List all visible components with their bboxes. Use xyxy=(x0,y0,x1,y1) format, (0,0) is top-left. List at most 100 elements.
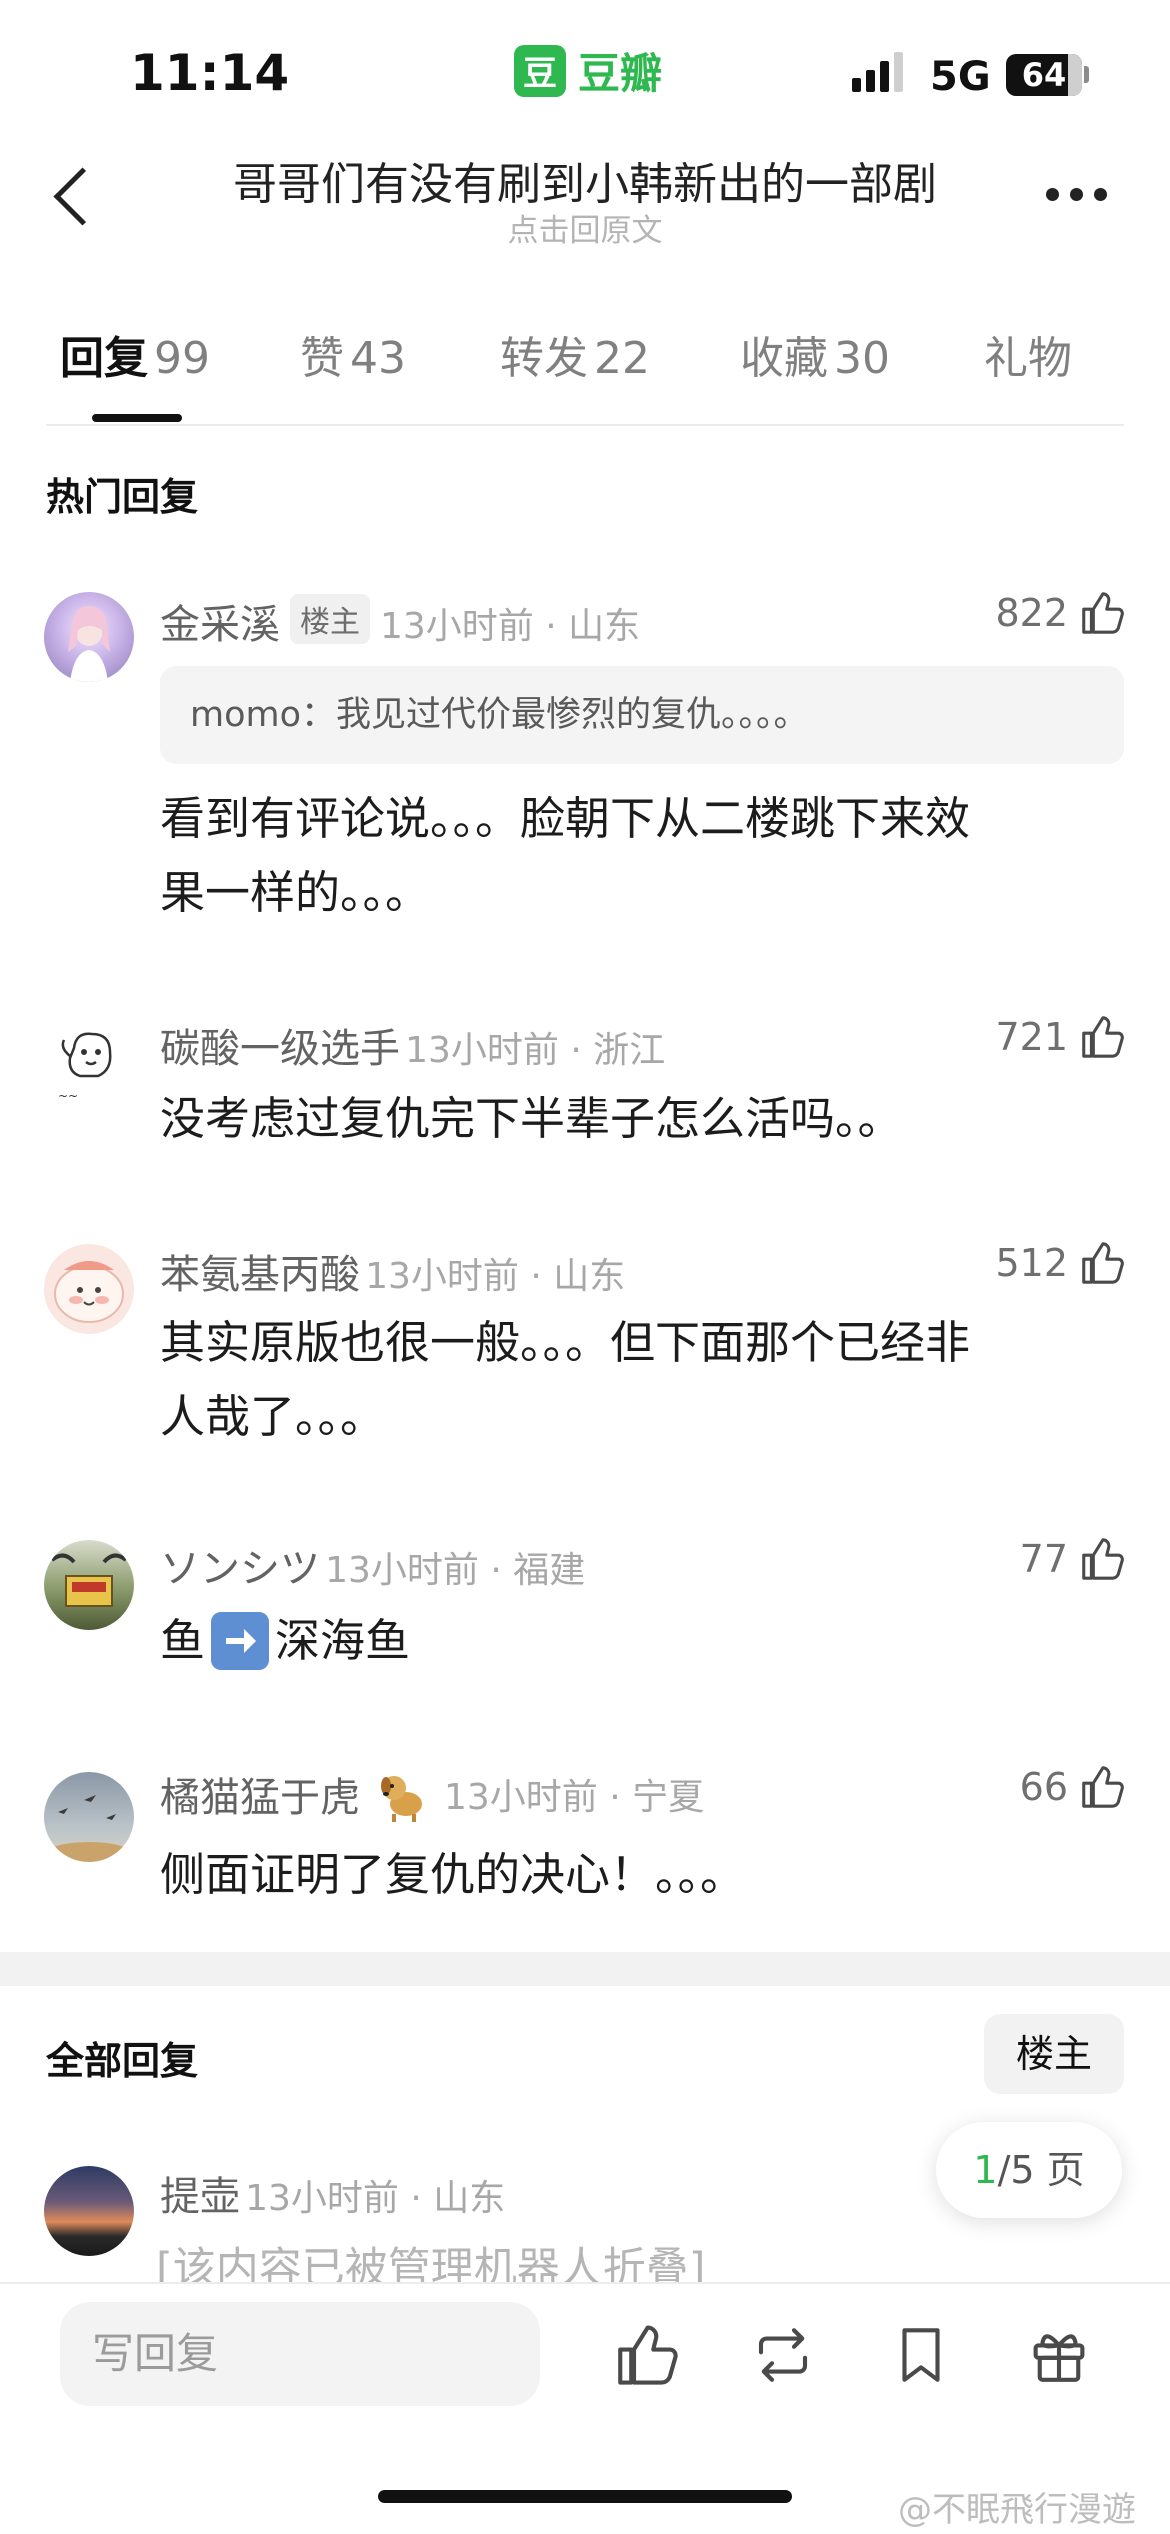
more-options-button[interactable] xyxy=(1046,188,1110,204)
comment-header: 苯氨基丙酸 13小时前 · 山东 xyxy=(160,1242,625,1300)
comment-header: 金采溪 楼主 13小时前 · 山东 xyxy=(160,592,640,650)
tab-replies[interactable]: 回复 99 xyxy=(60,322,210,386)
comment-meta: 13小时前 · 浙江 xyxy=(405,1030,666,1071)
comment-meta: 13小时前 · 山东 xyxy=(245,2178,506,2219)
like-count: 512 xyxy=(995,1241,1068,1285)
comment-meta: 13小时前 · 山东 xyxy=(365,1256,626,1297)
back-to-original-link[interactable]: 点击回原文 xyxy=(150,205,1020,250)
divider xyxy=(46,424,1124,426)
tab-label: 回复 xyxy=(60,333,148,384)
avatar[interactable] xyxy=(44,1772,134,1862)
like-button[interactable]: 66 xyxy=(1020,1764,1124,1810)
douban-logo-icon: 豆 xyxy=(514,44,566,97)
thumbs-up-icon xyxy=(1082,1766,1124,1808)
hot-replies-heading: 热门回复 xyxy=(46,475,199,519)
comment-meta: 13小时前 · 福建 xyxy=(325,1550,586,1591)
tab-label: 赞 xyxy=(300,333,344,384)
comment-text: 鱼 深海鱼 xyxy=(160,1604,410,1678)
avatar-image xyxy=(49,1795,129,1862)
comment-line: 果一样的。。。 xyxy=(160,866,431,919)
avatar[interactable]: ~~ xyxy=(44,1018,134,1108)
comment-username[interactable]: 碳酸一级选手 xyxy=(160,1026,400,1072)
like-post-icon[interactable] xyxy=(612,2322,678,2388)
battery-icon: 64 xyxy=(1006,54,1082,96)
tab-bar: 回复 99 赞 43 转发 22 收藏 30 礼物 xyxy=(0,322,1170,422)
comment-line: 其实原版也很一般。。。但下面那个已经非 xyxy=(160,1316,971,1369)
op-only-filter-button[interactable]: 楼主 xyxy=(984,2014,1124,2094)
avatar[interactable] xyxy=(44,2166,134,2256)
comment-text: 看到有评论说。。。脸朝下从二楼跳下来效 果一样的。。。 xyxy=(160,782,970,930)
tab-label: 转发 xyxy=(500,333,588,384)
pagination-button[interactable]: 1/5 页 xyxy=(936,2122,1122,2218)
comment-text: 没考虑过复仇完下半辈子怎么活吗。。 xyxy=(160,1082,903,1156)
section-separator xyxy=(0,1952,1170,1986)
all-replies-heading: 全部回复 xyxy=(46,2039,199,2083)
comment-username[interactable]: 金采溪 xyxy=(160,602,280,648)
comment-header: 橘猫猛于虎 13小时前 · 宁夏 xyxy=(160,1764,704,1824)
status-app-indicator: 豆 豆瓣 xyxy=(514,40,662,101)
tab-count: 30 xyxy=(834,333,890,384)
comment-line: 侧面证明了复仇的决心！。。。 xyxy=(160,1848,746,1901)
like-button[interactable]: 721 xyxy=(995,1014,1124,1060)
reply-input[interactable]: 写回复 xyxy=(60,2302,540,2406)
svg-text:~~: ~~ xyxy=(58,1089,78,1103)
comment-line: 看到有评论说。。。脸朝下从二楼跳下来效 xyxy=(160,792,971,845)
like-count: 721 xyxy=(995,1015,1068,1059)
like-count: 822 xyxy=(995,591,1068,635)
comment-text: 其实原版也很一般。。。但下面那个已经非 人哉了。。。 xyxy=(160,1306,970,1454)
avatar-image xyxy=(68,606,110,682)
tab-reposts[interactable]: 转发 22 xyxy=(500,322,650,386)
bookmark-icon[interactable] xyxy=(888,2322,954,2388)
comment-username[interactable]: ソンシツ xyxy=(160,1546,320,1592)
dog-emoji-icon xyxy=(372,1764,432,1824)
comment-text-part: 鱼 xyxy=(160,1614,206,1667)
tab-likes[interactable]: 赞 43 xyxy=(300,322,406,386)
tab-count: 22 xyxy=(594,333,650,384)
like-count: 66 xyxy=(1019,1765,1068,1809)
avatar-image: ~~ xyxy=(58,1032,112,1103)
comment-header: 碳酸一级选手 13小时前 · 浙江 xyxy=(160,1016,665,1074)
thumbs-up-icon xyxy=(1082,1538,1124,1580)
comment-text-part: 深海鱼 xyxy=(275,1614,411,1667)
op-badge: 楼主 xyxy=(290,594,370,644)
like-button[interactable]: 822 xyxy=(995,590,1124,636)
signal-icon xyxy=(852,52,903,92)
thumbs-up-icon xyxy=(1082,1016,1124,1058)
repost-icon[interactable] xyxy=(750,2322,816,2388)
avatar[interactable] xyxy=(44,1244,134,1334)
weibo-watermark: @不眠飛行漫遊 xyxy=(898,2490,1136,2530)
like-button[interactable]: 77 xyxy=(1020,1536,1124,1582)
back-button[interactable] xyxy=(44,162,94,232)
home-indicator xyxy=(378,2490,792,2503)
comment-header: ソンシツ 13小时前 · 福建 xyxy=(160,1536,585,1594)
comment-meta: 13小时前 · 山东 xyxy=(380,606,641,647)
tab-count: 43 xyxy=(350,333,406,384)
avatar-image xyxy=(54,1261,124,1323)
avatar[interactable] xyxy=(44,592,134,682)
status-app-name: 豆瓣 xyxy=(578,49,663,98)
thumbs-up-icon xyxy=(1082,592,1124,634)
comment-header: 提壶 13小时前 · 山东 xyxy=(160,2164,505,2222)
tab-collections[interactable]: 收藏 30 xyxy=(740,322,890,386)
battery-nub xyxy=(1084,66,1089,83)
avatar-image xyxy=(50,1553,128,1607)
tab-label: 礼物 xyxy=(984,333,1072,384)
comment-username[interactable]: 橘猫猛于虎 xyxy=(160,1765,360,1823)
current-page: 1 xyxy=(973,2148,998,2192)
comment-username[interactable]: 提壶 xyxy=(160,2174,240,2220)
active-tab-indicator xyxy=(92,414,182,422)
comment-line: 没考虑过复仇完下半辈子怎么活吗。。 xyxy=(160,1092,903,1145)
comment-text: 侧面证明了复仇的决心！。。。 xyxy=(160,1838,745,1912)
status-time: 11:14 xyxy=(130,44,290,102)
like-button[interactable]: 512 xyxy=(995,1240,1124,1286)
gift-icon[interactable] xyxy=(1026,2322,1092,2388)
tab-count: 99 xyxy=(154,333,210,384)
comment-username[interactable]: 苯氨基丙酸 xyxy=(160,1252,360,1298)
battery-level: 64 xyxy=(1021,56,1067,94)
quoted-comment[interactable]: momo：我见过代价最惨烈的复仇。。。。 xyxy=(160,666,1124,764)
tab-gifts[interactable]: 礼物 xyxy=(984,322,1072,386)
avatar[interactable] xyxy=(44,1540,134,1630)
tab-label: 收藏 xyxy=(740,333,828,384)
network-type: 5G xyxy=(930,54,991,100)
post-title[interactable]: 哥哥们有没有刷到小韩新出的一部剧 xyxy=(150,148,1020,212)
